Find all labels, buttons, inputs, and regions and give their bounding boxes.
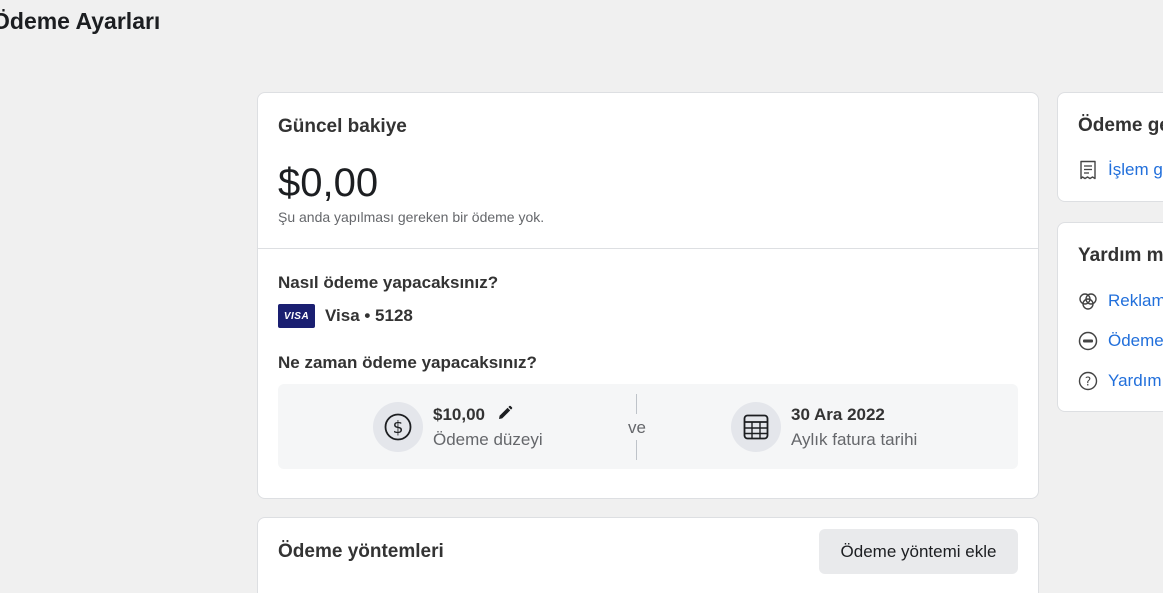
payment-method-label: Visa • 5128 [325,306,413,325]
svg-text:?: ? [1085,375,1091,389]
receipt-icon [1078,160,1098,180]
transactions-link-label: İşlem g [1108,160,1163,179]
schedule-question: Ne zaman ödeme yapacaksınız? [278,353,537,372]
venn-circles-icon [1078,291,1098,311]
payment-method-question: Nasıl ödeme yapacaksınız? [278,273,499,292]
help-card: Yardım m Reklam Ödeme ? Yardım [1057,222,1163,412]
payment-history-title: Ödeme ge [1078,115,1163,136]
payment-settings-page: Ödeme Ayarları Güncel bakiye $0,00 Şu an… [0,0,1163,593]
edit-pencil-icon[interactable] [496,404,514,422]
payment-methods-card: Ödeme yöntemleri Ödeme yöntemi ekle [257,517,1039,593]
connector-text: ve [628,418,646,437]
bill-date-value: 30 Ara 2022 [791,405,885,424]
help-title: Yardım m [1078,245,1163,266]
minus-circle-icon [1078,331,1098,351]
help-link-payments-label: Ödeme [1108,331,1163,350]
threshold-value: $10,00 [433,405,485,424]
help-link-ads[interactable]: Reklam [1078,291,1163,311]
add-payment-method-button[interactable]: Ödeme yöntemi ekle [819,529,1018,574]
connector-line-bottom [636,440,637,460]
help-link-help-center-label: Yardım [1108,371,1162,390]
connector-line-top [636,394,637,414]
page-title: Ödeme Ayarları [0,8,161,34]
balance-amount: $0,00 [278,161,379,205]
payment-methods-title: Ödeme yöntemleri [278,541,444,562]
threshold-label: Ödeme düzeyi [433,430,543,449]
payment-schedule-box: $ $10,00 Ödeme düzeyi ve 30 Ara 2022 Ayl… [278,384,1018,469]
balance-note: Şu anda yapılması gereken bir ödeme yok. [278,209,545,225]
bill-date-label: Aylık fatura tarihi [791,430,918,449]
help-link-ads-label: Reklam [1108,291,1163,310]
balance-card: Güncel bakiye $0,00 Şu anda yapılması ge… [257,92,1039,499]
question-circle-icon: ? [1078,371,1098,391]
transactions-link[interactable]: İşlem g [1078,160,1163,180]
help-link-payments[interactable]: Ödeme [1078,331,1163,351]
payment-history-card: Ödeme ge İşlem g [1057,92,1163,202]
calendar-icon [731,402,781,452]
help-link-help-center[interactable]: ? Yardım [1078,371,1162,391]
svg-text:$: $ [393,418,404,438]
card-divider [258,248,1038,249]
balance-title: Güncel bakiye [278,116,407,137]
visa-card-icon: VISA [278,304,315,328]
dollar-icon: $ [373,402,423,452]
